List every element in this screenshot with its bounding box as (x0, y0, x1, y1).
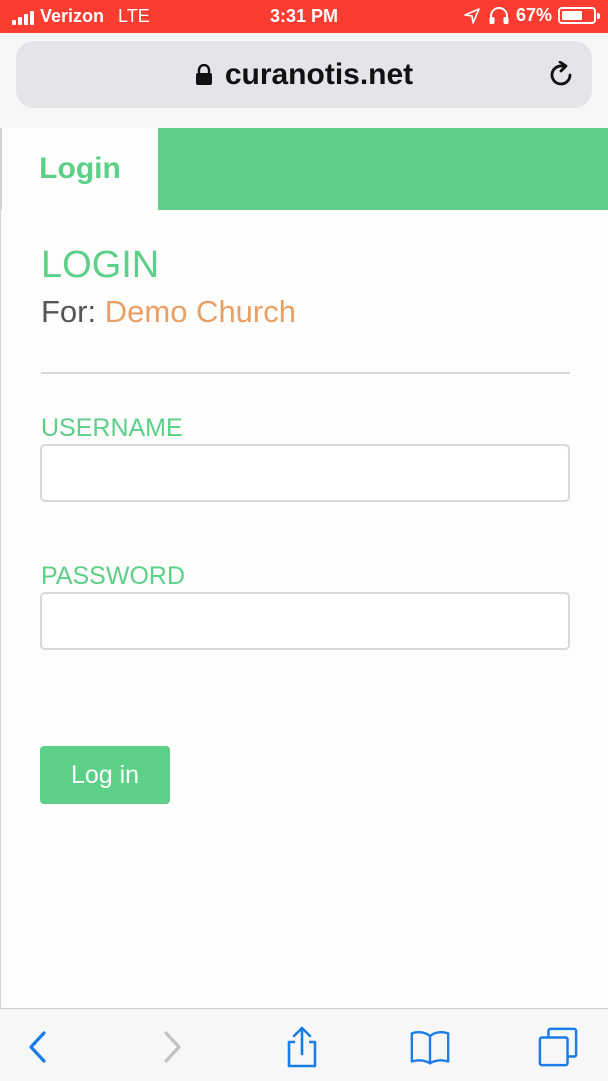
headphones-icon (489, 6, 509, 24)
share-icon (287, 1026, 317, 1068)
browser-address-bar: curanotis.net (0, 33, 608, 128)
username-input[interactable] (40, 444, 570, 502)
tabs-icon (538, 1027, 578, 1067)
bookmarks-icon (410, 1031, 450, 1065)
organization-line: For: Demo Church (41, 294, 296, 330)
status-right: 67% (464, 5, 600, 26)
page-content: Login LOGIN For: Demo Church USERNAME PA… (0, 128, 608, 1008)
reload-icon[interactable] (548, 61, 576, 89)
tab-login[interactable]: Login (1, 128, 158, 210)
back-button[interactable] (18, 1027, 58, 1067)
bookmarks-button[interactable] (410, 1027, 450, 1067)
tabs-button[interactable] (538, 1027, 578, 1067)
url-field[interactable]: curanotis.net (16, 41, 592, 108)
battery-level (562, 11, 582, 20)
status-bar: Verizon LTE 3:31 PM 67% (0, 0, 608, 33)
forward-icon (164, 1031, 181, 1063)
login-button[interactable]: Log in (40, 746, 170, 804)
share-button[interactable] (282, 1026, 322, 1068)
battery-icon (558, 7, 600, 24)
divider (41, 372, 570, 374)
forward-button[interactable] (152, 1027, 192, 1067)
password-input[interactable] (40, 592, 570, 650)
page-title: LOGIN (41, 244, 160, 286)
lock-icon (195, 63, 212, 85)
browser-toolbar (0, 1008, 608, 1081)
for-prefix: For: (41, 294, 97, 329)
church-name: Demo Church (104, 294, 296, 329)
url-text: curanotis.net (224, 57, 414, 91)
password-label: PASSWORD (41, 562, 185, 590)
location-icon (464, 7, 480, 24)
tab-strip: Login (1, 128, 608, 210)
username-label: USERNAME (41, 414, 183, 442)
back-icon (29, 1031, 46, 1063)
battery-percent: 67% (515, 5, 552, 25)
